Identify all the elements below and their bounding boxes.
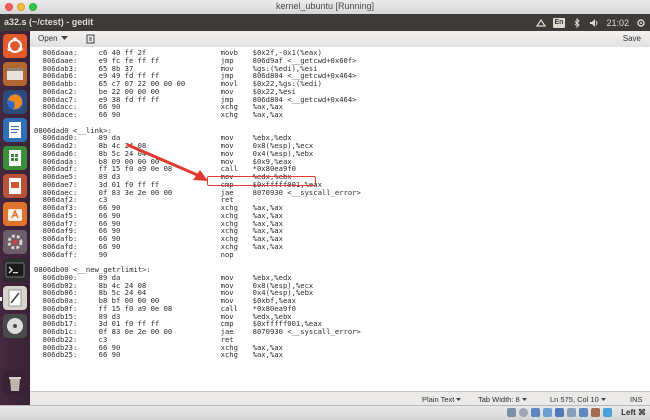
ubuntu-top-panel: a32.s (~/ctest) - gedit En 21:02	[0, 14, 650, 31]
code-line: 806dac7: e9 38 fd ff ff jmp 806d804 <__getc…	[34, 95, 361, 104]
language-selector[interactable]: Plain Text	[422, 395, 462, 404]
chevron-down-icon	[600, 397, 606, 401]
code-line: 806daff: 90 nop	[34, 249, 361, 259]
power-gear-icon[interactable]	[636, 18, 646, 28]
code-address: 806db25:	[42, 350, 78, 360]
host-key-label: Left ⌘	[621, 408, 646, 417]
network-adapter-icon[interactable]	[543, 408, 552, 417]
code-label-line: 0806db00 <__new_getrlimit>:	[34, 266, 361, 274]
running-indicator	[0, 297, 2, 301]
code-line: 806db25: 66 90 xchg %ax,%ax	[34, 351, 361, 359]
network-icon[interactable]	[535, 18, 546, 28]
text-editor-icon[interactable]	[3, 286, 27, 310]
code-line: 806daf3: 66 90 xchg %ax,%ax	[34, 204, 361, 212]
chevron-down-icon	[456, 397, 462, 401]
keyboard-layout-indicator[interactable]: En	[552, 17, 566, 28]
code-operands: %ax,%ax	[252, 110, 283, 119]
code-bytes: 66 90	[98, 350, 121, 360]
firefox-icon[interactable]	[3, 90, 27, 114]
code-line: 806dafb: 66 90 xchg %ax,%ax	[34, 235, 361, 243]
host-title-bar: kernel_ubuntu [Running]	[0, 0, 650, 15]
hard-disk-icon[interactable]	[507, 408, 516, 417]
unity-launcher	[0, 31, 30, 405]
code-line: 806db0f: ff 15 f0 a9 0e 08 call *0x80ea9f0	[34, 304, 361, 313]
dvd-icon[interactable]	[3, 314, 27, 338]
text-editor-area[interactable]: 806daaa: c6 40 ff 2f movb $0x2f,-0x1(%eax) …	[30, 47, 650, 391]
code-mnemonic: nop	[220, 249, 234, 259]
code-bytes: 66 90	[98, 241, 121, 251]
status-bar: Plain Text Tab Width: 8 Ln 575, Col 10 I…	[30, 391, 650, 406]
panel-indicators: En 21:02	[535, 14, 646, 31]
trash-icon[interactable]	[3, 371, 27, 395]
mouse-integration-icon[interactable]	[603, 408, 612, 417]
display-icon[interactable]	[567, 408, 576, 417]
vm-status-bar: Left ⌘	[0, 405, 650, 420]
open-button[interactable]: Open	[38, 33, 68, 44]
code-line: 806db1c: 0f 83 0e 2e 00 00 jae 8070930 <__s…	[34, 328, 361, 336]
tab-width-selector[interactable]: Tab Width: 8	[478, 395, 527, 404]
libreoffice-writer-icon[interactable]	[3, 118, 27, 142]
code-operands: %ax,%ax	[252, 350, 283, 360]
code-line: 806db06: 8b 5c 24 04 mov 0x4(%esp),%ebx	[34, 289, 361, 297]
code-label-line: 0806dad0 <__link>:	[34, 126, 361, 135]
code-line: 806db23: 66 90 xchg %ax,%ax	[34, 343, 361, 352]
code-bytes: 90	[98, 249, 108, 259]
system-settings-icon[interactable]	[3, 230, 27, 254]
code-view: 806daaa: c6 40 ff 2f movb $0x2f,-0x1(%eax) …	[34, 49, 361, 359]
code-line: 806dada: b8 09 00 00 00 mov $0x9,%eax	[34, 157, 361, 166]
code-address: 806daff:	[42, 249, 78, 259]
code-bytes: 0f 83 3e 2e 00 00	[98, 187, 173, 197]
shared-folder-icon[interactable]	[555, 408, 564, 417]
active-window-title: a32.s (~/ctest) - gedit	[4, 17, 94, 27]
code-line: 806daf2: c3 ret	[34, 196, 361, 204]
code-line: 806daf5: 66 90 xchg %ax,%ax	[34, 211, 361, 220]
code-line: 806dad6: 8b 5c 24 04 mov 0x4(%esp),%ebx	[34, 149, 361, 158]
code-line: 806db0a: b8 bf 00 00 00 mov $0xbf,%eax	[34, 297, 361, 305]
recording-icon[interactable]	[579, 408, 588, 417]
cpu-icon[interactable]	[591, 408, 600, 417]
code-line: 806db22: c3 ret	[34, 335, 361, 344]
code-operands: %ax,%ax	[252, 241, 283, 251]
code-line: 806dabb: 65 c7 07 22 00 00 00 movl $0x22,%g…	[34, 80, 361, 88]
chevron-down-icon	[60, 36, 68, 40]
usb-icon[interactable]	[531, 408, 540, 417]
ubuntu-software-icon[interactable]	[3, 202, 27, 226]
vm-device-icons	[507, 408, 612, 417]
code-line: 806dafd: 66 90 xchg %ax,%ax	[34, 241, 361, 251]
chevron-down-icon	[521, 397, 527, 401]
language-label: Plain Text	[422, 395, 455, 404]
cursor-position[interactable]: Ln 575, Col 10	[550, 395, 606, 404]
files-icon[interactable]	[3, 62, 27, 86]
code-operands: 8070930 <__syscall_error>	[252, 327, 361, 336]
highlight-box	[207, 176, 316, 186]
clock[interactable]: 21:02	[606, 18, 629, 28]
new-document-icon[interactable]	[86, 34, 96, 44]
code-mnemonic: xchg	[220, 110, 238, 119]
optical-drive-icon[interactable]	[519, 408, 528, 417]
cursor-position-label: Ln 575, Col 10	[550, 395, 599, 404]
code-line: 806dace: 66 90 xchg %ax,%ax	[34, 111, 361, 119]
terminal-icon[interactable]	[3, 258, 27, 282]
libreoffice-calc-icon[interactable]	[3, 146, 27, 170]
host-window-title: kernel_ubuntu [Running]	[275, 1, 375, 11]
code-bytes: 66 90	[98, 110, 121, 119]
code-line: 806dadf: ff 15 f0 a9 0e 08 call *0x80ea9f0	[34, 165, 361, 173]
tab-width-label: Tab Width: 8	[478, 395, 520, 404]
insert-mode[interactable]: INS	[630, 395, 643, 404]
open-button-label: Open	[38, 34, 58, 43]
code-bytes: 0f 83 0e 2e 00 00	[98, 327, 173, 336]
code-mnemonic: xchg	[220, 350, 238, 360]
code-line: 806daf7: 66 90 xchg %ax,%ax	[34, 219, 361, 228]
code-operands: 8070930 <__syscall_error>	[252, 187, 361, 197]
save-button[interactable]: Save	[623, 34, 641, 43]
code-address: 806dace:	[42, 110, 78, 119]
volume-icon[interactable]	[589, 18, 599, 28]
code-line: 806daec: 0f 83 3e 2e 00 00 jae 8070930 <__s…	[34, 187, 361, 197]
bluetooth-icon[interactable]	[572, 17, 582, 28]
ubuntu-dash-icon[interactable]	[3, 34, 27, 58]
code-line: 806dacc: 66 90 xchg %ax,%ax	[34, 103, 361, 111]
gedit-header-bar: Open Save	[30, 31, 650, 48]
libreoffice-impress-icon[interactable]	[3, 174, 27, 198]
code-line: 806daf9: 66 90 xchg %ax,%ax	[34, 227, 361, 235]
